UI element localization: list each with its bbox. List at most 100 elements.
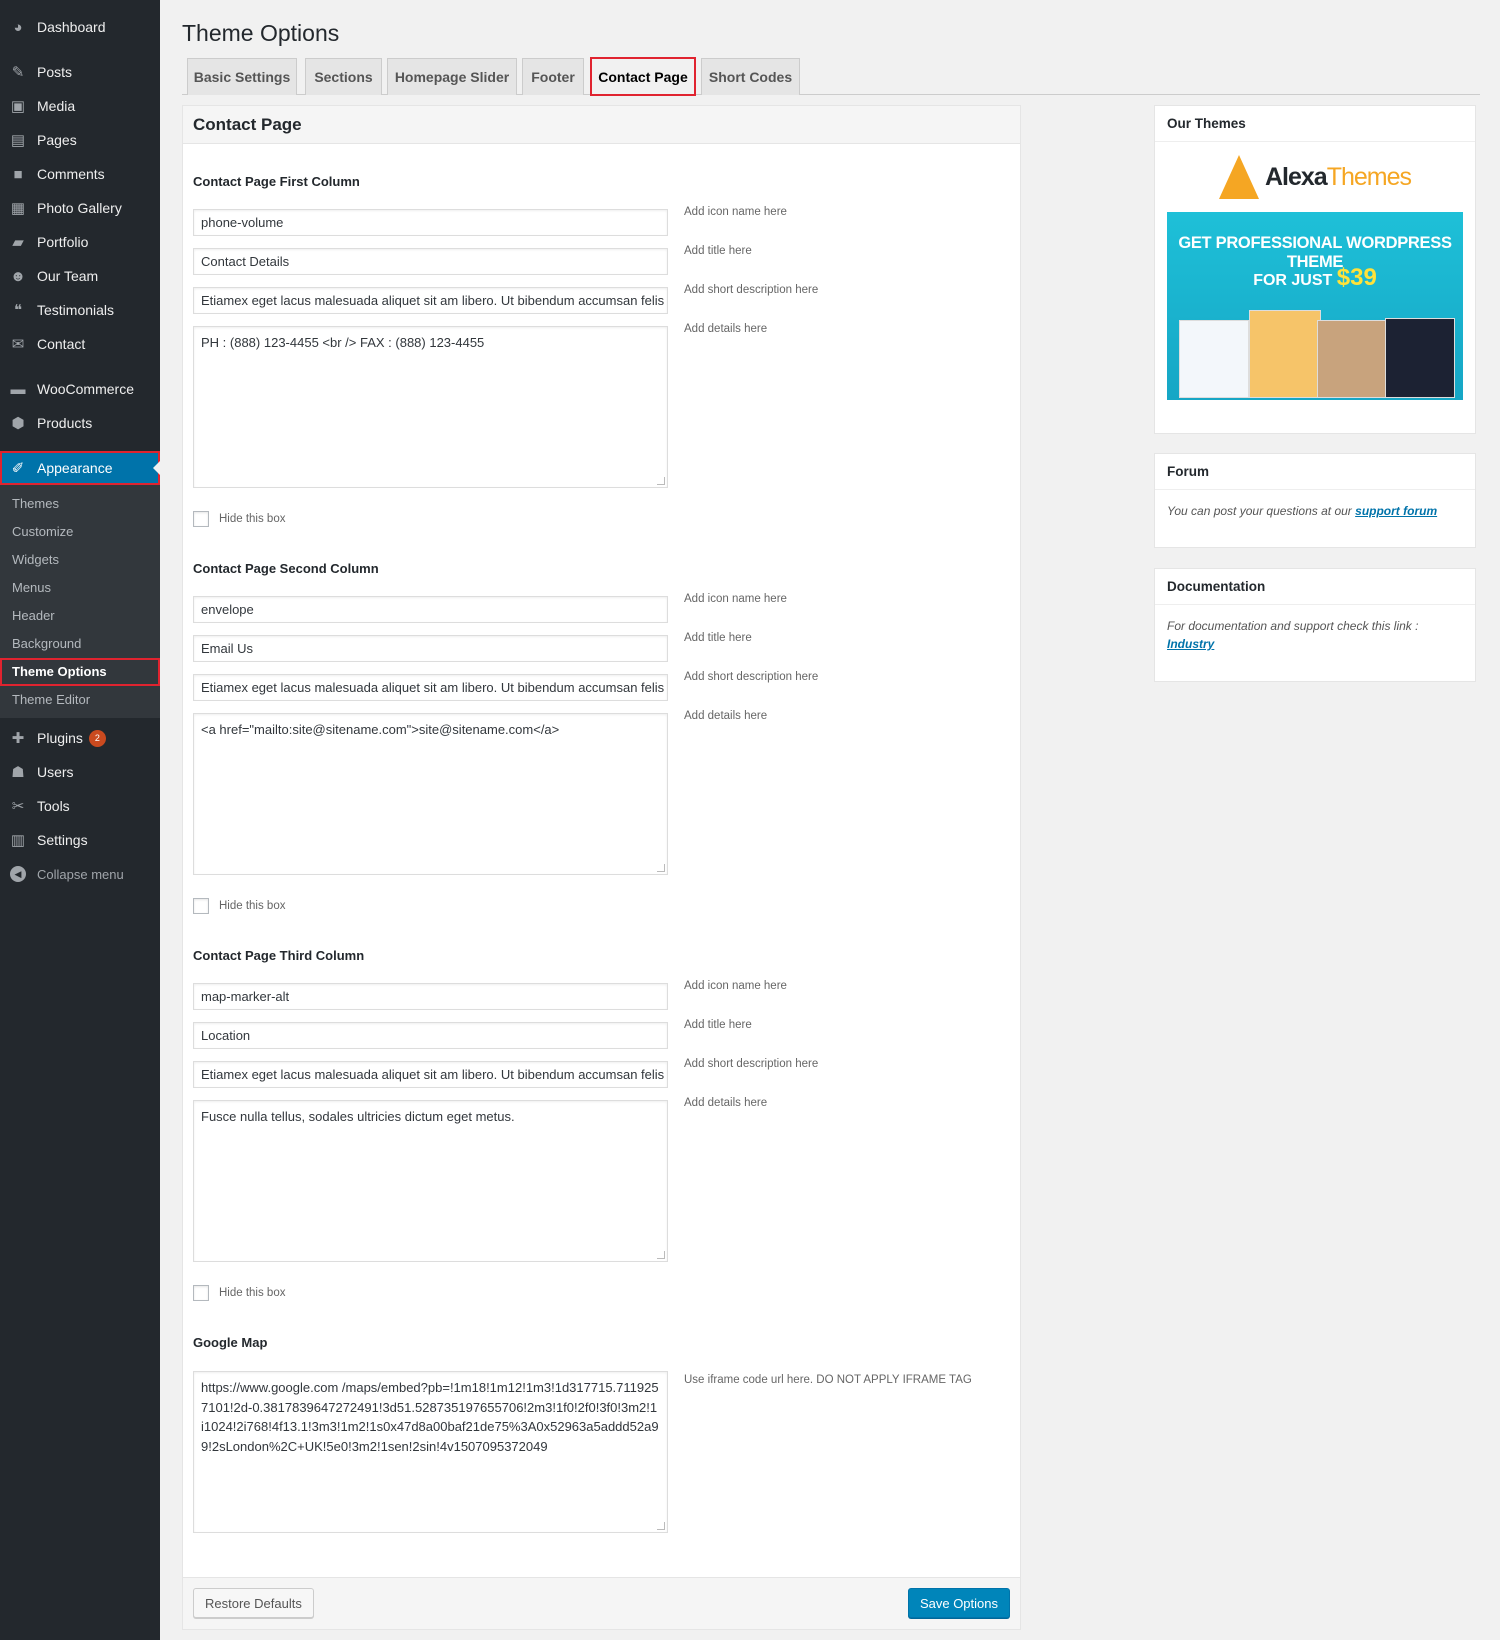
resize-grip[interactable] (657, 864, 665, 872)
submenu-item-theme-editor[interactable]: Theme Editor (0, 686, 160, 714)
resize-grip[interactable] (657, 1522, 665, 1530)
media-icon: ▣ (10, 98, 26, 115)
documentation-widget: Documentation For documentation and supp… (1154, 568, 1476, 682)
submenu-item-background[interactable]: Background (0, 630, 160, 658)
section-heading: Contact Page Third Column (193, 948, 365, 963)
contact-page-panel: Contact Page Contact Page First Column p… (182, 105, 1021, 1630)
theme-preview-thumbnail (1317, 320, 1389, 398)
short-description-input[interactable]: Etiamex eget lacus malesuada aliquet sit… (193, 674, 668, 701)
collapse-menu-button[interactable]: ◀ Collapse menu (0, 857, 160, 891)
sidebar-item-photo-gallery[interactable]: ▦ Photo Gallery (0, 191, 160, 225)
settings-icon: ▥ (10, 832, 26, 849)
support-forum-link[interactable]: support forum (1355, 504, 1437, 518)
users-icon: ☗ (11, 764, 25, 781)
promo-banner[interactable]: GET PROFESSIONAL WORDPRESS THEME FOR JUS… (1167, 212, 1463, 400)
sidebar-item-appearance[interactable]: ✐ Appearance (0, 451, 160, 485)
section-heading: Contact Page First Column (193, 174, 360, 189)
sidebar-item-posts[interactable]: ✎ Posts (0, 55, 160, 89)
sidebar-item-label: Testimonials (37, 302, 115, 318)
tab-sections[interactable]: Sections (305, 58, 382, 95)
submenu-item-theme-options[interactable]: Theme Options (0, 658, 160, 686)
icon-name-input[interactable]: map-marker-alt (193, 983, 668, 1010)
field-hint: Add details here (684, 1097, 768, 1109)
appearance-submenu: Themes Customize Widgets Menus Header Ba… (0, 485, 160, 718)
sidebar-item-tools[interactable]: ✂ Tools (0, 789, 160, 823)
save-options-button[interactable]: Save Options (907, 1588, 1010, 1618)
sidebar-item-settings[interactable]: ▥ Settings (0, 823, 160, 857)
field-hint: Add title here (684, 1019, 752, 1031)
sidebar-item-portfolio[interactable]: ▰ Portfolio (0, 225, 160, 259)
icon-name-input[interactable]: phone-volume (193, 209, 668, 236)
short-description-input[interactable]: Etiamex eget lacus malesuada aliquet sit… (193, 1061, 668, 1088)
short-description-input[interactable]: Etiamex eget lacus malesuada aliquet sit… (193, 287, 668, 314)
logo-text-alexa: Alexa (1264, 162, 1328, 191)
submenu-item-widgets[interactable]: Widgets (0, 546, 160, 574)
google-map-textarea[interactable]: https://www.google.com /maps/embed?pb=!1… (193, 1371, 668, 1533)
widget-title: Forum (1155, 454, 1475, 490)
alexa-themes-logo[interactable]: AlexaThemes (1155, 142, 1475, 212)
hide-box-checkbox[interactable] (193, 1285, 209, 1301)
tab-homepage-slider[interactable]: Homepage Slider (387, 58, 517, 95)
tab-short-codes[interactable]: Short Codes (701, 58, 800, 95)
forum-text: You can post your questions at our (1167, 504, 1352, 518)
title-input[interactable]: Location (193, 1022, 668, 1049)
submenu-item-header[interactable]: Header (0, 602, 160, 630)
details-textarea[interactable]: PH : (888) 123-4455 <br /> FAX : (888) 1… (193, 326, 668, 488)
portfolio-icon: ▰ (12, 234, 24, 251)
hide-box-checkbox[interactable] (193, 898, 209, 914)
tab-contact-page[interactable]: Contact Page (590, 57, 696, 96)
details-textarea[interactable]: <a href="mailto:site@sitename.com">site@… (193, 713, 668, 875)
sidebar-item-our-team[interactable]: ☻ Our Team (0, 259, 160, 293)
restore-defaults-button[interactable]: Restore Defaults (193, 1588, 314, 1618)
title-input[interactable]: Contact Details (193, 248, 668, 275)
sidebar-item-woocommerce[interactable]: ▬ WooCommerce (0, 372, 160, 406)
industry-docs-link[interactable]: Industry (1167, 637, 1214, 651)
collapse-icon: ◀ (9, 865, 27, 883)
sidebar-item-label: Appearance (37, 460, 113, 476)
resize-grip[interactable] (657, 1251, 665, 1259)
sidebar-item-contact[interactable]: ✉ Contact (0, 327, 160, 361)
tab-bar: Basic Settings Sections Homepage Slider … (182, 57, 1480, 96)
resize-grip[interactable] (657, 477, 665, 485)
tab-footer[interactable]: Footer (522, 58, 584, 95)
sidebar-item-products[interactable]: ⬢ Products (0, 406, 160, 440)
sidebar-item-pages[interactable]: ▤ Pages (0, 123, 160, 157)
hide-box-checkbox[interactable] (193, 511, 209, 527)
field-hint: Add details here (684, 323, 768, 335)
appearance-icon: ✐ (11, 460, 25, 477)
widget-title: Documentation (1155, 569, 1475, 605)
panel-title: Contact Page (183, 106, 1020, 144)
logo-text-themes: Themes (1326, 162, 1412, 191)
gallery-icon: ▦ (10, 200, 26, 217)
section-heading: Google Map (193, 1335, 268, 1350)
sidebar-item-label: WooCommerce (37, 381, 134, 397)
field-hint: Add icon name here (684, 980, 787, 992)
dashboard-icon: ◕ (13, 18, 23, 36)
sidebar-item-testimonials[interactable]: ❝ Testimonials (0, 293, 160, 327)
hide-box-label: Hide this box (219, 513, 286, 525)
sidebar-item-users[interactable]: ☗ Users (0, 755, 160, 789)
sidebar-item-dashboard[interactable]: ◕ Dashboard (0, 10, 160, 44)
tools-icon: ✂ (11, 798, 25, 815)
page-title: Theme Options (182, 20, 340, 46)
field-hint: Add short description here (684, 1058, 819, 1070)
our-themes-widget: Our Themes AlexaThemes GET PROFESSIONAL … (1154, 105, 1476, 434)
submenu-item-customize[interactable]: Customize (0, 518, 160, 546)
hide-box-label: Hide this box (219, 1287, 286, 1299)
sidebar-item-label: Settings (37, 832, 88, 848)
icon-name-input[interactable]: envelope (193, 596, 668, 623)
sidebar-item-comments[interactable]: ■ Comments (0, 157, 160, 191)
submenu-item-menus[interactable]: Menus (0, 574, 160, 602)
comments-icon: ■ (13, 165, 23, 183)
tab-basic-settings[interactable]: Basic Settings (187, 58, 297, 95)
sidebar-item-plugins[interactable]: ✚ Plugins 2 (0, 721, 160, 755)
submenu-item-themes[interactable]: Themes (0, 490, 160, 518)
sidebar-item-media[interactable]: ▣ Media (0, 89, 160, 123)
quote-icon: ❝ (13, 302, 23, 319)
update-count-badge: 2 (88, 729, 106, 747)
hide-box-option: Hide this box (193, 511, 285, 527)
hide-box-option: Hide this box (193, 898, 285, 914)
title-input[interactable]: Email Us (193, 635, 668, 662)
details-textarea[interactable]: Fusce nulla tellus, sodales ultricies di… (193, 1100, 668, 1262)
field-hint: Add title here (684, 632, 752, 644)
